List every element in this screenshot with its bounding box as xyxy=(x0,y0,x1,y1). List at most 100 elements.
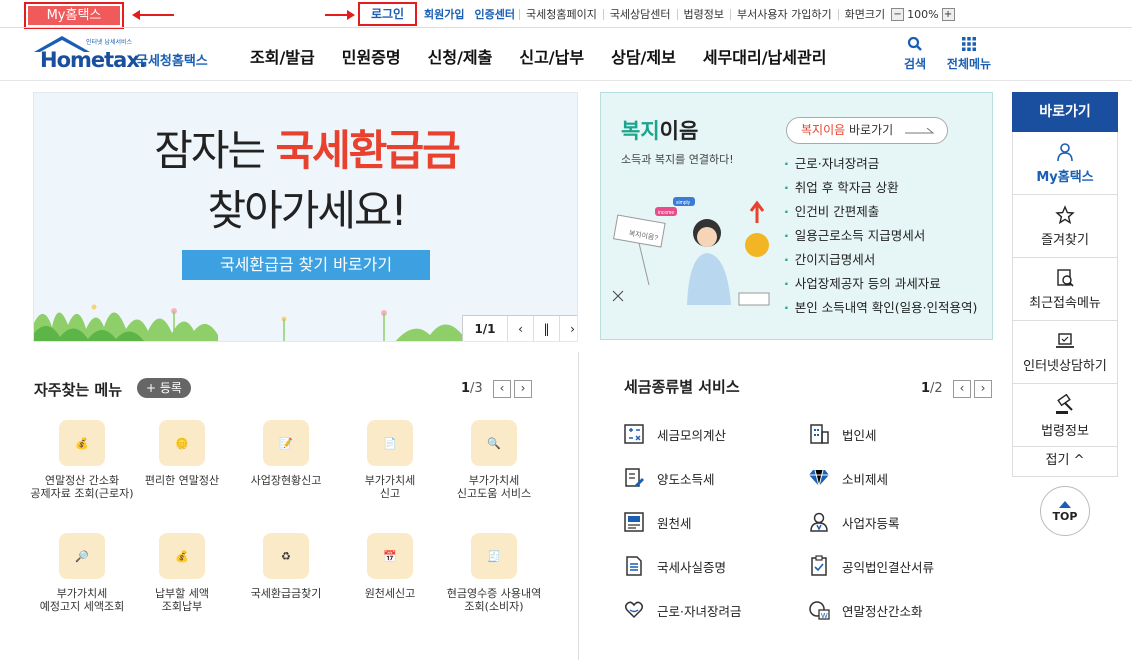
banner-subheadline: 찾아가세요! xyxy=(207,186,407,235)
tax-prev-button[interactable]: ‹ xyxy=(953,380,971,398)
welfare-list: 근로·자녀장려금 취업 후 학자금 상환 인건비 간편제출 일용근로소득 지급명… xyxy=(784,155,978,323)
fav-vat-help[interactable]: 🔍 부가가치세 신고도움 서비스 xyxy=(442,420,546,500)
search-button[interactable]: 검색 xyxy=(898,36,932,72)
nts-homepage-link[interactable]: 국세청홈페이지 xyxy=(520,8,604,20)
list-item[interactable]: 사업장제공자 등의 과세자료 xyxy=(784,275,977,299)
top-button[interactable]: TOP xyxy=(1040,486,1090,536)
fav-withholding-filing[interactable]: 📅 원천세신고 xyxy=(338,533,442,613)
fav-vat-filing[interactable]: 📄 부가가치세 신고 xyxy=(338,420,442,500)
list-item[interactable]: 인건비 간편제출 xyxy=(784,203,977,227)
favorites-page-indicator: 1/3 xyxy=(461,381,483,396)
all-menu-button[interactable]: 전체메뉴 xyxy=(944,36,994,72)
favorites-row-1: 💰 연말정산 간소화 공제자료 조회(근로자) 🪙 편리한 연말정산 📝 사업장현황신… xyxy=(30,420,546,500)
refund-coin-icon: ♻ xyxy=(263,533,309,579)
fav-business-status[interactable]: 📝 사업장현황신고 xyxy=(234,420,338,500)
main-banner[interactable]: 잠자는 국세환급금 찾아가세요! 국세환급금 찾기 바로가기 1/1 ‹ ‖ › xyxy=(33,92,578,342)
money-bag-icon: 💰 xyxy=(59,420,105,466)
banner-page-indicator: 1/1 xyxy=(474,322,496,336)
tax-public-corp-settlement[interactable]: 공익법인결산서류 xyxy=(806,553,934,579)
law-info-link[interactable]: 법령정보 xyxy=(678,8,732,20)
quick-my-hometax[interactable]: My홈택스 xyxy=(1012,132,1118,195)
hometax-logo[interactable]: 인터넷 납세서비스 Hometax. 국세청홈택스 xyxy=(32,34,222,74)
person-icon xyxy=(1057,143,1073,162)
fav-vat-notice[interactable]: 🔎 부가가치세 예정고지 세액조회 xyxy=(30,533,134,613)
won-coin-icon: 🪙 xyxy=(159,420,205,466)
signup-link[interactable]: 회원가입 xyxy=(418,9,468,20)
list-item[interactable]: 일용근로소득 지급명세서 xyxy=(784,227,977,251)
nav-filing[interactable]: 신고/납부 xyxy=(519,44,584,68)
quick-menu-fold-button[interactable]: 접기 ^ xyxy=(1012,447,1118,477)
logo-org: 국세청홈택스 xyxy=(136,54,208,69)
nav-certificate[interactable]: 민원증명 xyxy=(342,44,401,68)
banner-next-button[interactable]: › xyxy=(559,316,577,341)
calendar-pen-icon: 📅 xyxy=(367,533,413,579)
welfare-illustration: 복지이음? simply income xyxy=(612,197,770,306)
quick-internet-consult[interactable]: 인터넷상담하기 xyxy=(1012,321,1118,384)
list-item[interactable]: 근로·자녀장려금 xyxy=(784,155,977,179)
arrow-right-icon xyxy=(325,10,355,20)
tax-next-button[interactable]: › xyxy=(974,380,992,398)
welfare-title: 복지이음 xyxy=(621,119,699,143)
my-hometax-button[interactable]: My홈택스 xyxy=(24,2,124,29)
sale-document-icon xyxy=(621,509,647,535)
document-pen-icon xyxy=(621,465,647,491)
svg-text:W: W xyxy=(821,613,828,620)
tax-yearend-simplified[interactable]: W 연말정산간소화 xyxy=(806,597,934,623)
money-bag-icon: 💰 xyxy=(159,533,205,579)
tax-certificate[interactable]: 국세사실증명 xyxy=(621,553,741,579)
nts-consult-center-link[interactable]: 국세상담센터 xyxy=(604,8,678,20)
main-nav: 조회/발급 민원증명 신청/제출 신고/납부 상담/제보 세무대리/납세관리 xyxy=(250,44,853,68)
quick-law-info[interactable]: 법령정보 xyxy=(1012,384,1118,447)
banner-prev-button[interactable]: ‹ xyxy=(507,316,533,341)
welfare-shortcut-button[interactable]: 복지이음 바로가기 xyxy=(786,117,948,144)
fav-refund-find[interactable]: ♻ 국세환급금찾기 xyxy=(234,533,338,613)
tax-corporate[interactable]: 법인세 xyxy=(806,421,934,447)
tax-earned-income-credit[interactable]: 근로·자녀장려금 xyxy=(621,597,741,623)
list-item[interactable]: 본인 소득내역 확인(일용·인적용역) xyxy=(784,299,978,323)
star-icon xyxy=(1055,205,1075,225)
welfare-panel: 복지이음 소득과 복지를 연결하다! 복지이음 바로가기 근로·자녀장려금 취업… xyxy=(600,92,993,340)
tax-page-indicator: 1/2 xyxy=(921,381,943,396)
auth-center-link[interactable]: 인증센터 xyxy=(468,8,520,20)
login-link[interactable]: 로그인 xyxy=(358,2,417,26)
nav-inquiry[interactable]: 조회/발급 xyxy=(250,44,315,68)
quick-favorites[interactable]: 즐겨찾기 xyxy=(1012,195,1118,258)
favorites-row-2: 🔎 부가가치세 예정고지 세액조회 💰 납부할 세액 조회납부 ♻ 국세환급금찾기 📅… xyxy=(30,533,546,613)
divider xyxy=(0,80,1132,81)
zoom-out-button[interactable]: − xyxy=(891,7,905,21)
list-item[interactable]: 간이지급명세서 xyxy=(784,251,977,275)
tax-simulation[interactable]: 세금모의계산 xyxy=(621,421,741,447)
won-coin-icon: W xyxy=(806,597,832,623)
dept-user-signup-link[interactable]: 부서사용자 가입하기 xyxy=(731,8,839,20)
nav-application[interactable]: 신청/제출 xyxy=(428,44,493,68)
refund-find-button[interactable]: 국세환급금 찾기 바로가기 xyxy=(182,250,430,280)
fav-cash-receipt[interactable]: 🧾 현금영수증 사용내역조회(소비자) xyxy=(442,533,546,613)
arrow-left-icon xyxy=(132,10,174,20)
fav-easy-yearend[interactable]: 🪙 편리한 연말정산 xyxy=(130,420,234,500)
banner-pause-button[interactable]: ‖ xyxy=(533,316,559,341)
nav-tax-agent[interactable]: 세무대리/납세관리 xyxy=(703,44,827,68)
receipt-icon: 🧾 xyxy=(471,533,517,579)
clipboard-check-icon xyxy=(806,553,832,579)
favorites-title: 자주찾는 메뉴 xyxy=(34,381,123,399)
welfare-subtitle: 소득과 복지를 연결하다! xyxy=(621,153,734,166)
vat-document-icon: 📄 xyxy=(367,420,413,466)
favorites-register-button[interactable]: + 등록 xyxy=(137,378,191,398)
tax-business-registration[interactable]: 사업자등록 xyxy=(806,509,934,535)
banner-headline: 잠자는 국세환급금 xyxy=(154,126,460,175)
nav-consult[interactable]: 상담/제보 xyxy=(611,44,676,68)
top-utility-links: 회원가입 인증센터 국세청홈페이지 국세상담센터 법령정보 부서사용자 가입하기… xyxy=(418,5,955,23)
list-item[interactable]: 취업 후 학자금 상환 xyxy=(784,179,977,203)
fav-payable-tax[interactable]: 💰 납부할 세액 조회납부 xyxy=(130,533,234,613)
quick-recent-menu[interactable]: 최근접속메뉴 xyxy=(1012,258,1118,321)
tax-withholding[interactable]: 원천세 xyxy=(621,509,741,535)
logo-text: Hometax. xyxy=(40,48,147,72)
fav-yearend-simplified[interactable]: 💰 연말정산 간소화 공제자료 조회(근로자) xyxy=(30,420,134,500)
tax-consumption[interactable]: 소비제세 xyxy=(806,465,934,491)
favorites-next-button[interactable]: › xyxy=(514,380,532,398)
diamond-icon xyxy=(806,465,832,491)
divider xyxy=(0,27,1132,28)
favorites-prev-button[interactable]: ‹ xyxy=(493,380,511,398)
zoom-in-button[interactable]: + xyxy=(941,7,955,21)
tax-capital-gains[interactable]: 양도소득세 xyxy=(621,465,741,491)
